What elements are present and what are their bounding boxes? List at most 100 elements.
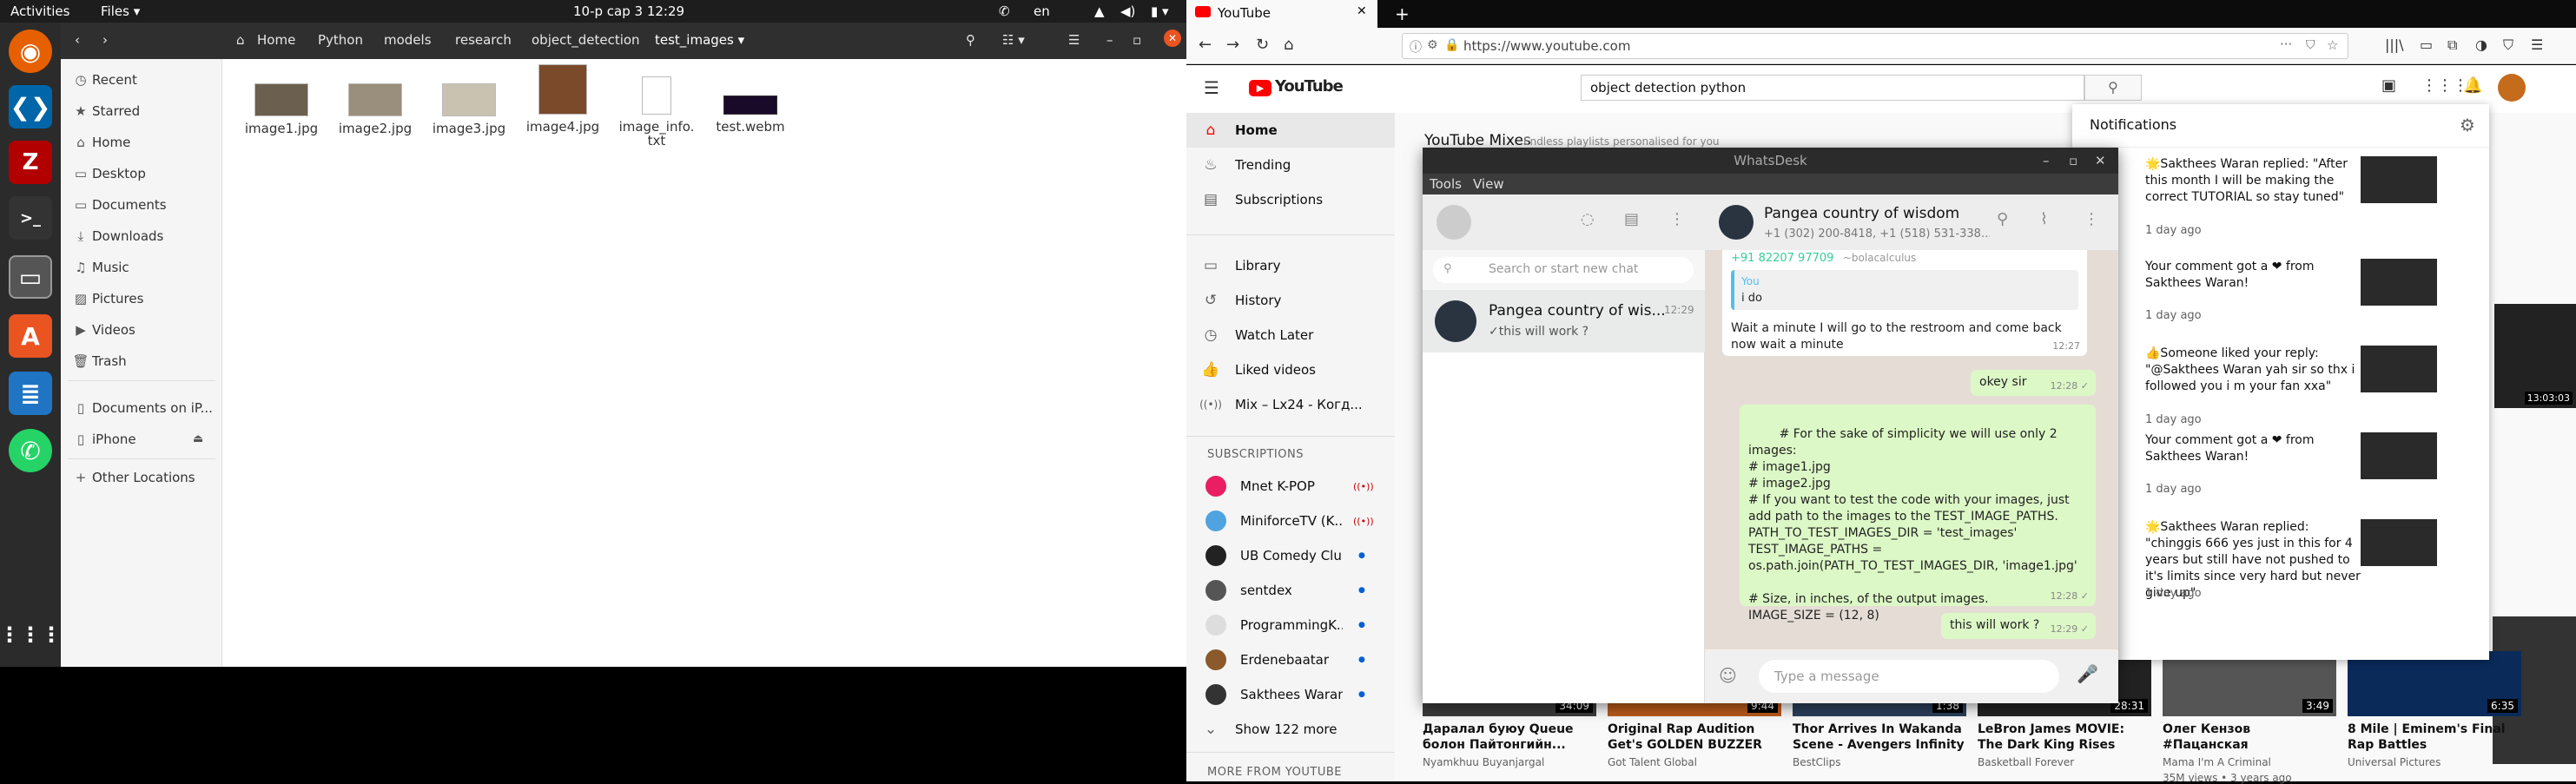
conversation-name[interactable]: Pangea country of wisdom xyxy=(1764,205,1959,222)
video-title[interactable]: LeBron James MOVIE: The Dark King Rises xyxy=(1978,721,2151,753)
profile-avatar[interactable] xyxy=(1437,205,1471,240)
tab-youtube[interactable]: YouTube ✕ xyxy=(1186,0,1377,28)
subscription-item[interactable]: MiniforceTV (K... ((•)) xyxy=(1186,504,1395,538)
attach-icon[interactable]: ⌇ xyxy=(2040,210,2048,228)
guide-menu-icon[interactable]: ☰ xyxy=(1204,77,1219,98)
path-segment[interactable]: Home xyxy=(257,32,295,48)
video-title[interactable]: Даралал буюу Queue болон Пайтонгийн... xyxy=(1423,721,1596,753)
video-title[interactable]: 8 Mile | Eminem's Final Rap Battles xyxy=(2348,721,2521,753)
search-input[interactable]: ⚲ Search or start new chat xyxy=(1433,257,1694,283)
path-segment[interactable]: models xyxy=(384,32,432,48)
terminal-icon[interactable]: >_ xyxy=(9,196,52,240)
sidebar-item-documents-on-ip[interactable]: ▯ Documents on iP... xyxy=(69,394,217,422)
subscription-item[interactable]: Sakthees Waran ● xyxy=(1186,677,1395,712)
volume-icon[interactable]: ◀) xyxy=(1120,3,1135,19)
notification-item[interactable]: 👍Someone liked your reply: "@Sakthees Wa… xyxy=(2072,346,2489,441)
forward-icon[interactable]: → xyxy=(1226,36,1239,54)
notification-item[interactable]: Your comment got a ❤ from Sakthees Waran… xyxy=(2072,259,2489,354)
video-title[interactable]: Original Rap Audition Get's GOLDEN BUZZE… xyxy=(1608,721,1781,753)
youtube-logo-text[interactable]: YouTube xyxy=(1275,77,1344,96)
sidebar-item-other-locations[interactable]: + Other Locations xyxy=(69,464,217,491)
files-icon[interactable]: ▭ xyxy=(9,255,52,299)
guide-item-history[interactable]: ↺ History xyxy=(1186,283,1395,318)
path-segment[interactable]: Python xyxy=(318,32,363,48)
emoji-icon[interactable]: ☺ xyxy=(1719,665,1737,686)
tab-close-icon[interactable]: ✕ xyxy=(1357,4,1367,18)
path-segment[interactable]: object_detection xyxy=(532,32,640,48)
video-card[interactable]: 3:49 Олег Кензов #Пацанская Mama I'm A Cri… xyxy=(2163,651,2336,784)
search-icon[interactable]: ⚲ xyxy=(966,32,975,48)
menu-icon[interactable]: ⋮ xyxy=(1669,210,1685,228)
minimize-icon[interactable]: – xyxy=(2043,148,2050,174)
sidebar-item-downloads[interactable]: ⤓ Downloads xyxy=(69,222,217,250)
chat-list-item[interactable]: Pangea country of wis... 12:29 ✓this wil… xyxy=(1423,290,1705,352)
info-icon[interactable]: ⓘ xyxy=(1410,38,1422,56)
menu-view[interactable]: View xyxy=(1473,176,1504,192)
new-tab-button[interactable]: + xyxy=(1395,3,1410,24)
file-item[interactable]: image4.jpg xyxy=(519,64,606,134)
subscription-item[interactable]: Mnet K-POP ((•)) xyxy=(1186,469,1395,504)
video-thumbnail[interactable]: 3:49 xyxy=(2163,651,2336,716)
video-thumbnail[interactable]: 6:35 xyxy=(2348,651,2521,716)
sidebar-item-recent[interactable]: ◷ Recent xyxy=(69,66,217,94)
activities-button[interactable]: Activities xyxy=(10,3,69,19)
video-title[interactable]: Олег Кензов #Пацанская xyxy=(2163,721,2336,753)
video-channel[interactable]: BestClips xyxy=(1793,756,1966,768)
back-icon[interactable]: ← xyxy=(1199,36,1212,54)
sidebar-item-trash[interactable]: 🗑 Trash xyxy=(69,347,217,375)
status-icon[interactable]: ◌ xyxy=(1581,210,1595,228)
app-menu[interactable]: Files ▾ xyxy=(101,3,140,19)
new-chat-icon[interactable]: ▤ xyxy=(1624,210,1639,228)
maximize-icon[interactable]: ▫ xyxy=(2069,148,2077,174)
subscription-item[interactable]: sentdex ● xyxy=(1186,573,1395,608)
sidebar-item-desktop[interactable]: ▭ Desktop xyxy=(69,160,217,188)
subscription-item[interactable]: UB Comedy Club ● xyxy=(1186,538,1395,573)
view-toggle-icon[interactable]: ☷ ▾ xyxy=(1002,32,1025,48)
guide-item-trending[interactable]: ♨ Trending xyxy=(1186,148,1395,182)
file-item[interactable]: image3.jpg xyxy=(426,64,512,135)
guide-item-library[interactable]: ▭ Library xyxy=(1186,248,1395,283)
software-center-icon[interactable]: A xyxy=(9,314,52,358)
guide-item-watch-later[interactable]: ◷ Watch Later xyxy=(1186,318,1395,352)
message-input[interactable]: Type a message xyxy=(1759,660,2059,693)
forward-button[interactable]: › xyxy=(102,32,108,48)
language-indicator[interactable]: en xyxy=(1034,3,1050,19)
video-title[interactable]: Thor Arrives In Wakanda Scene - Avengers… xyxy=(1793,721,1966,753)
sidebar-item-home[interactable]: ⌂ Home xyxy=(69,128,217,156)
wifi-icon[interactable]: ▲ xyxy=(1094,3,1105,19)
subscription-item[interactable]: Erdenebaatar ● xyxy=(1186,642,1395,677)
video-channel[interactable]: Basketball Forever xyxy=(1978,756,2151,768)
sidebar-item-pictures[interactable]: ▨ Pictures xyxy=(69,285,217,313)
quoted-reply[interactable]: You i do xyxy=(1731,270,2078,310)
sidebar-item-music[interactable]: ♫ Music xyxy=(69,254,217,281)
file-item[interactable]: test.webm xyxy=(707,64,794,134)
minimize-icon[interactable]: – xyxy=(1106,32,1113,48)
video-channel[interactable]: Universal Pictures xyxy=(2348,756,2521,768)
reload-icon[interactable]: ↻ xyxy=(1256,36,1269,54)
microphone-icon[interactable]: 🎤 xyxy=(2077,663,2098,684)
close-icon[interactable]: ✕ xyxy=(2095,148,2106,174)
file-item[interactable]: image2.jpg xyxy=(332,64,419,135)
guide-item-liked-videos[interactable]: 👍 Liked videos xyxy=(1186,352,1395,387)
menu-tools[interactable]: Tools xyxy=(1430,176,1462,192)
sidebar-item-documents[interactable]: ▭ Documents xyxy=(69,191,217,219)
guide-item-mix[interactable]: ((•)) Mix – Lx24 - Когд... xyxy=(1186,387,1395,422)
filezilla-icon[interactable]: Z xyxy=(9,141,52,184)
notification-item[interactable]: Your comment got a ❤ from Sakthees Waran… xyxy=(2072,432,2489,528)
file-item[interactable]: image1.jpg xyxy=(238,64,325,135)
back-button[interactable]: ‹ xyxy=(75,32,80,48)
path-segment-current[interactable]: test_images ▾ xyxy=(655,32,744,48)
menu-icon[interactable]: ⋮ xyxy=(2084,210,2099,228)
guide-item-subscriptions[interactable]: ▤ Subscriptions xyxy=(1186,182,1395,217)
subscription-item[interactable]: ProgrammingK... ● xyxy=(1186,608,1395,642)
path-segment[interactable]: research xyxy=(455,32,512,48)
whatsapp-tray-icon[interactable]: ✆ xyxy=(999,3,1010,19)
notification-item[interactable]: 🌟Sakthees Waran replied: "chinggis 666 y… xyxy=(2072,519,2489,615)
youtube-logo-icon[interactable]: ▶ xyxy=(1249,80,1271,96)
firefox-icon[interactable]: ◉ xyxy=(9,30,52,73)
show-more-button[interactable]: ⌄ Show 122 more xyxy=(1186,712,1395,747)
maximize-icon[interactable]: ▫ xyxy=(1133,32,1141,48)
video-channel[interactable]: Nyamkhuu Buyanjargal xyxy=(1423,756,1596,768)
writer-icon[interactable]: ≣ xyxy=(9,372,52,415)
home-icon[interactable]: ⌂ xyxy=(1284,36,1293,54)
